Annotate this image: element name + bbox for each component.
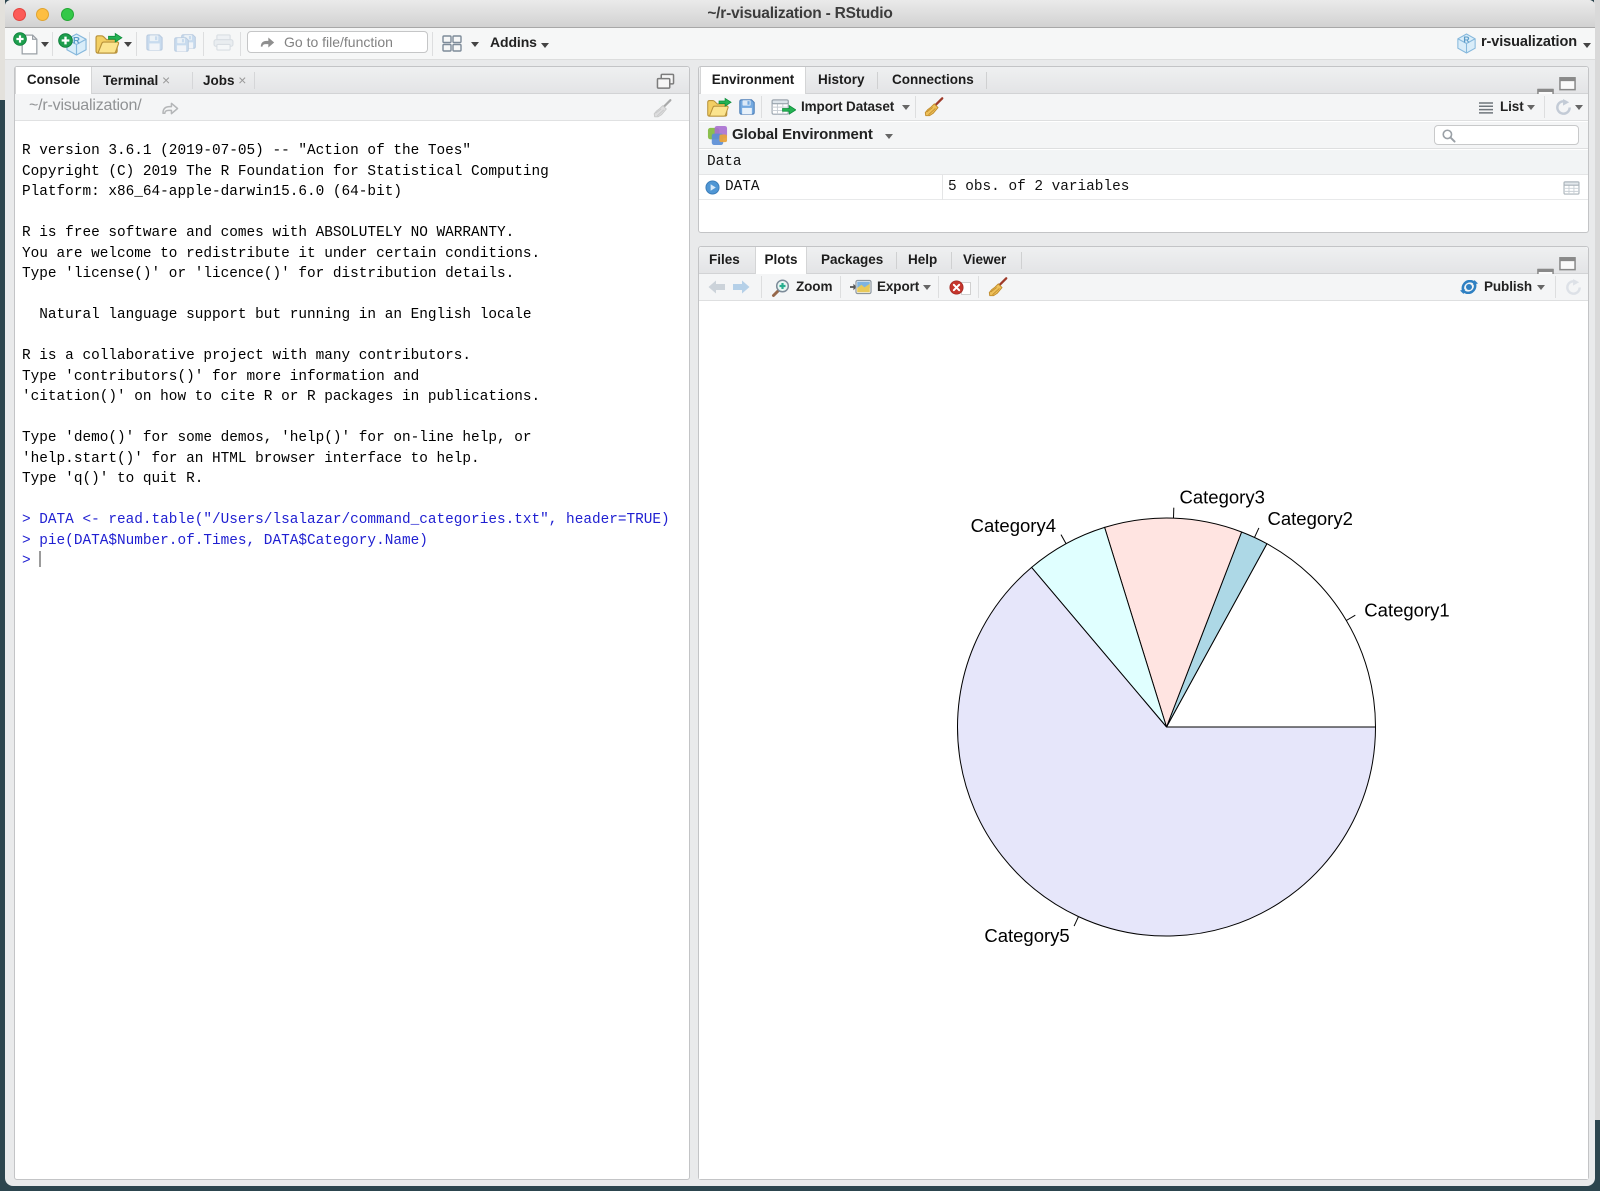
svg-text:Category1: Category1 [1364,599,1449,620]
svg-text:Category5: Category5 [984,925,1069,946]
svg-text:Category4: Category4 [971,515,1056,536]
svg-text:Category2: Category2 [1268,508,1353,529]
svg-text:Category3: Category3 [1180,487,1265,508]
